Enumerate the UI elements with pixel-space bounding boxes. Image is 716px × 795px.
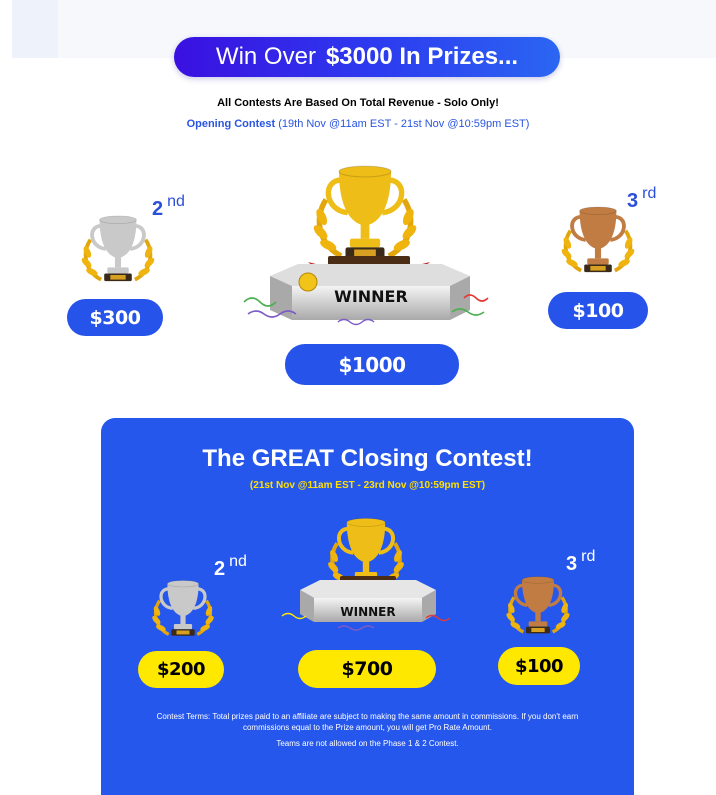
closing-third-prize: $100 bbox=[498, 647, 580, 685]
prize-banner: Win Over $3000 In Prizes... bbox=[174, 37, 560, 77]
rank-suffix: rd bbox=[642, 185, 657, 202]
closing-contest-title: The GREAT Closing Contest! bbox=[202, 445, 533, 472]
opening-contest-label: Opening Contest bbox=[186, 118, 276, 130]
contest-subtitle: All Contests Are Based On Total Revenue … bbox=[217, 97, 499, 109]
opening-second-prize: $300 bbox=[67, 299, 163, 336]
bronze-trophy-icon bbox=[498, 568, 578, 648]
silver-trophy-icon bbox=[144, 572, 222, 650]
winner-podium bbox=[281, 576, 451, 631]
rank-suffix: nd bbox=[167, 193, 185, 210]
teams-note: Teams are not allowed on the Phase 1 & 2… bbox=[276, 739, 459, 748]
closing-winner-badge: WINNER bbox=[340, 605, 396, 619]
closing-first-prize: $700 bbox=[298, 650, 436, 688]
bronze-trophy-icon bbox=[552, 197, 644, 289]
banner-amount: $3000 In Prizes... bbox=[325, 43, 519, 70]
opening-third-prize: $100 bbox=[548, 292, 648, 329]
rank-suffix: rd bbox=[581, 548, 596, 565]
opening-winner-badge: WINNER bbox=[334, 287, 408, 306]
top-strip-block bbox=[12, 0, 58, 58]
contest-terms: Contest Terms: Total prizes paid to an a… bbox=[156, 712, 579, 732]
opening-contest-dates: (19th Nov @11am EST - 21st Nov @10:59pm … bbox=[278, 118, 530, 130]
banner-prefix: Win Over bbox=[215, 43, 316, 70]
silver-trophy-icon bbox=[72, 206, 164, 298]
closing-second-prize: $200 bbox=[138, 651, 224, 688]
opening-contest-line: Opening Contest (19th Nov @11am EST - 21… bbox=[0, 118, 716, 130]
closing-contest-dates: (21st Nov @11am EST - 23rd Nov @10:59pm … bbox=[249, 480, 486, 491]
opening-first-prize: $1000 bbox=[285, 344, 459, 385]
rank-suffix: nd bbox=[229, 553, 247, 570]
